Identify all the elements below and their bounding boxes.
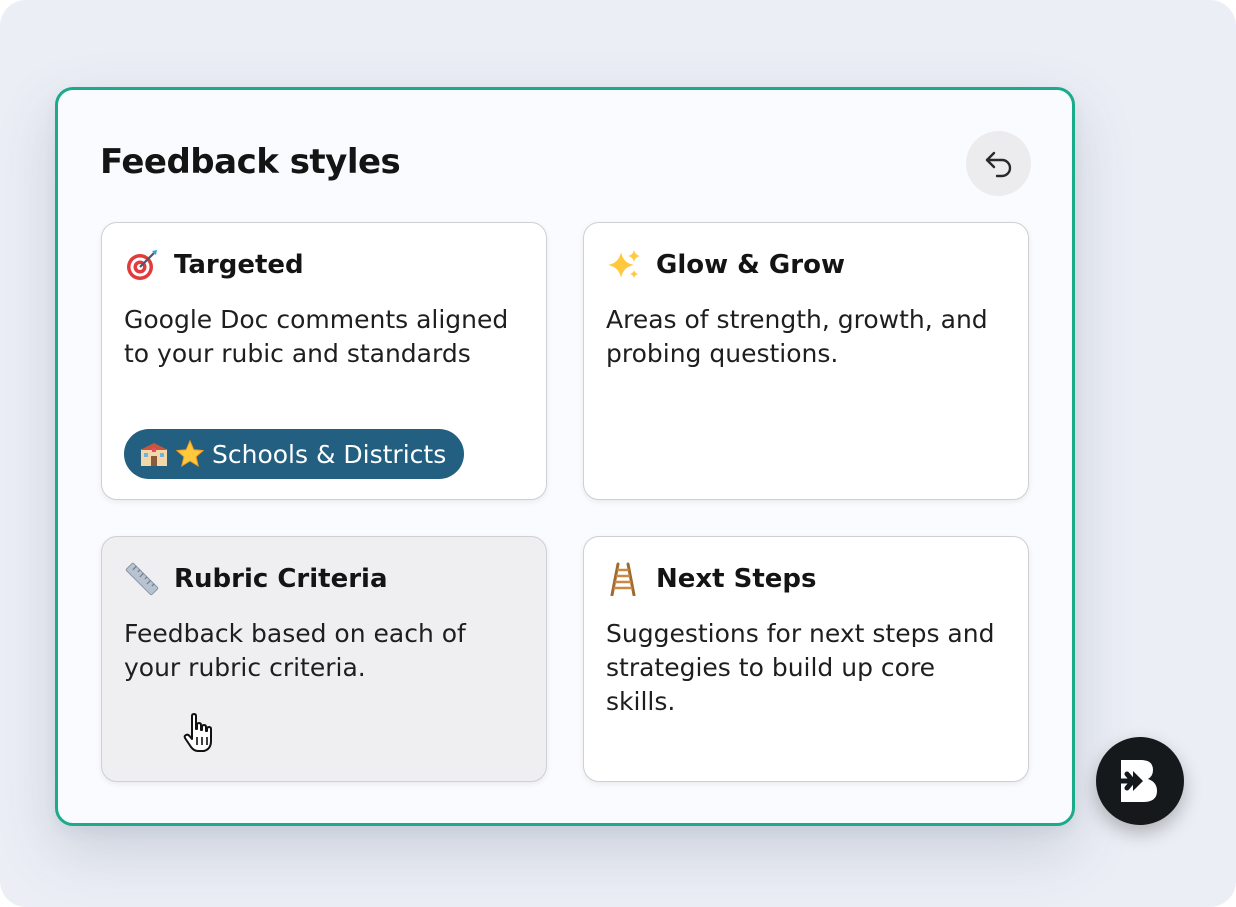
card-title: Rubric Criteria [174, 564, 388, 594]
card-targeted[interactable]: Targeted Google Doc comments aligned to … [101, 222, 547, 500]
ruler-icon [124, 561, 160, 597]
sparkles-icon [606, 247, 642, 283]
undo-arrow-icon [985, 151, 1011, 177]
card-description: Google Doc comments aligned to your rubi… [124, 305, 509, 368]
card-glow-grow[interactable]: Glow & Grow Areas of strength, growth, a… [583, 222, 1029, 500]
brand-b-logo-icon [1117, 760, 1157, 802]
feedback-styles-panel: Feedback styles Targeted Google Doc comm… [55, 87, 1075, 826]
hand-pointer-cursor-icon [182, 713, 216, 759]
card-rubric-criteria[interactable]: Rubric Criteria Feedback based on each o… [101, 536, 547, 782]
card-description: Feedback based on each of your rubric cr… [124, 619, 466, 682]
card-description: Suggestions for next steps and strategie… [606, 619, 995, 716]
card-description: Areas of strength, growth, and probing q… [606, 305, 988, 368]
schools-districts-badge: Schools & Districts [124, 429, 465, 479]
card-next-steps[interactable]: Next Steps Suggestions for next steps an… [583, 536, 1029, 782]
card-title: Glow & Grow [656, 250, 845, 280]
star-icon [176, 440, 204, 468]
card-title: Next Steps [656, 564, 817, 594]
card-title: Targeted [174, 250, 304, 280]
school-icon [140, 441, 168, 467]
panel-title: Feedback styles [100, 142, 401, 182]
target-icon [124, 247, 160, 283]
back-button[interactable] [966, 131, 1031, 196]
badge-label: Schools & Districts [212, 439, 447, 469]
ladder-icon [606, 561, 642, 597]
brand-logo-button[interactable] [1096, 737, 1184, 825]
